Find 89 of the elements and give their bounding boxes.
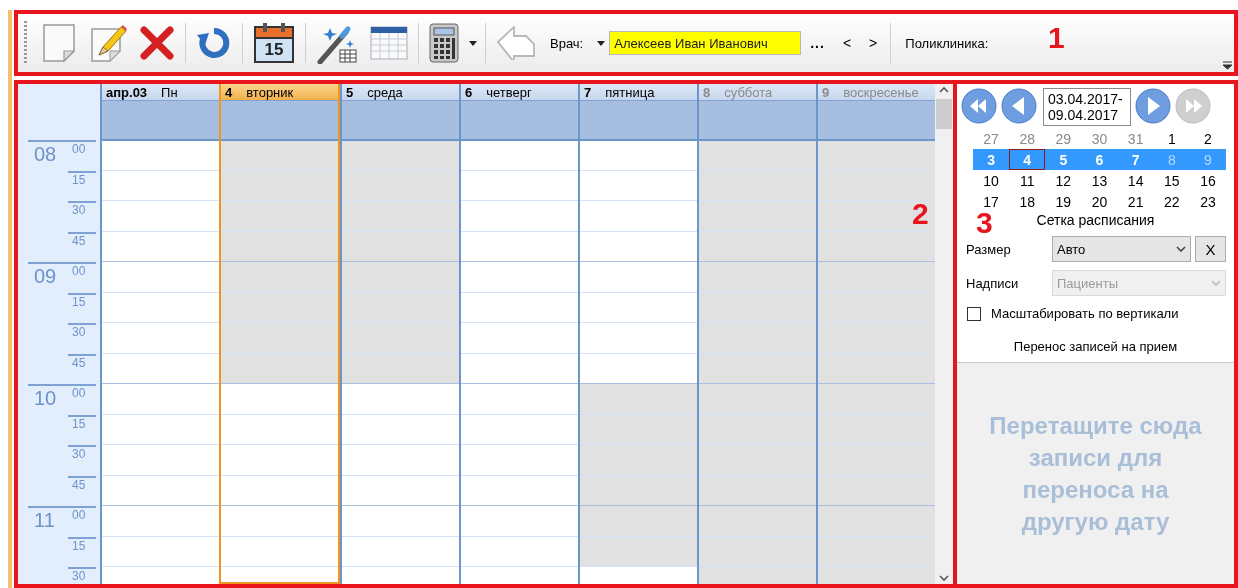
minute-label: 00 — [72, 386, 86, 400]
scroll-up-icon[interactable] — [939, 87, 949, 93]
day-header[interactable]: 6 четверг — [461, 84, 578, 101]
minute-label: 00 — [72, 508, 86, 522]
minute-label: 00 — [72, 142, 86, 156]
toolbar-grip[interactable] — [24, 21, 27, 65]
minute-label: 45 — [72, 478, 86, 492]
minute-label: 15 — [72, 539, 86, 553]
time-slot[interactable] — [221, 139, 338, 170]
date-range-field[interactable]: 03.04.2017-09.04.2017 — [1043, 88, 1131, 126]
day-header[interactable]: 4 вторник — [221, 84, 338, 101]
calendar-day[interactable]: 2 — [1189, 128, 1226, 149]
refresh-icon[interactable] — [196, 25, 232, 61]
annotation-number: 1 — [1048, 26, 1065, 50]
document-icon[interactable] — [41, 23, 77, 63]
caret-icon[interactable] — [1176, 246, 1186, 252]
day-header[interactable]: 7 пятница — [580, 84, 697, 101]
doctor-label: Врач: — [550, 35, 584, 51]
calendar-day[interactable]: 1 — [1153, 128, 1190, 149]
calendar-day[interactable]: 23 — [1189, 191, 1226, 212]
minute-label: 15 — [72, 295, 86, 309]
size-label: Размер — [966, 241, 1012, 257]
previous-button[interactable]: < — [836, 35, 858, 51]
previous-icon[interactable] — [1001, 88, 1037, 124]
calendar-day[interactable]: 28 — [1009, 128, 1046, 149]
calendar-day[interactable]: 14 — [1117, 170, 1154, 191]
annotation-number: 3 — [976, 211, 993, 235]
calendar-day[interactable]: 12 — [1045, 170, 1082, 191]
day-header[interactable]: апр.03 Пн — [102, 84, 219, 101]
scroll-down-icon[interactable] — [939, 575, 949, 581]
labels-label: Надписи — [966, 275, 1020, 291]
hour-label: 09 — [33, 264, 58, 289]
calendar-day[interactable]: 29 — [1045, 128, 1082, 149]
pencil-icon[interactable] — [89, 23, 127, 63]
calendar-day[interactable]: 22 — [1153, 191, 1190, 212]
time-slot[interactable] — [699, 139, 816, 170]
checkbox[interactable] — [967, 306, 981, 321]
rewind-icon[interactable] — [961, 88, 997, 124]
overflow-icon[interactable] — [1223, 61, 1232, 70]
calendar-day[interactable]: 16 — [1189, 170, 1226, 191]
scrollbar[interactable] — [935, 84, 953, 584]
calendar-day[interactable]: 19 — [1045, 191, 1082, 212]
checkbox-label: Масштабировать по вертикали — [991, 306, 1179, 321]
clear-button[interactable]: X — [1195, 236, 1226, 262]
table-icon[interactable] — [370, 25, 408, 61]
minute-label: 30 — [72, 325, 86, 339]
minute-label: 45 — [72, 234, 86, 248]
calendar-day[interactable]: 11 — [1009, 170, 1046, 191]
caret-icon[interactable] — [597, 40, 606, 46]
calendar-day[interactable]: 17 — [973, 191, 1010, 212]
clinic-label: Поликлиника: — [905, 35, 989, 51]
next-button[interactable]: > — [863, 35, 884, 51]
calendar-day[interactable]: 30 — [1081, 128, 1118, 149]
caret-icon[interactable] — [469, 40, 477, 46]
minute-label: 30 — [72, 203, 86, 217]
calendar-week-row[interactable]: 10 11 12 13 14 15 16 — [973, 170, 1226, 191]
calendar-day[interactable]: 31 — [1117, 128, 1154, 149]
minute-label: 30 — [72, 569, 86, 583]
calendar-day[interactable]: 20 — [1081, 191, 1118, 212]
hour-label: 11 — [33, 508, 56, 533]
calendar-day[interactable]: 18 — [1009, 191, 1046, 212]
scroll-thumb[interactable] — [936, 99, 952, 129]
delete-icon[interactable] — [139, 25, 175, 61]
hour-label: 10 — [33, 386, 58, 411]
more-button[interactable]: ... — [804, 35, 831, 51]
calculator-icon[interactable] — [429, 23, 459, 63]
minute-label: 45 — [72, 356, 86, 370]
calendar-day[interactable]: 10 — [973, 170, 1010, 191]
section-title: Сетка расписания — [1036, 212, 1155, 228]
day-header[interactable]: 5 среда — [342, 84, 459, 101]
hour-label: 08 — [33, 142, 58, 167]
time-slot[interactable] — [342, 139, 459, 170]
size-dropdown[interactable]: Авто — [1052, 236, 1191, 262]
calendar-day[interactable]: 21 — [1117, 191, 1154, 212]
minute-label: 15 — [72, 173, 86, 187]
annotation-number: 2 — [912, 202, 929, 226]
section-title: Перенос записей на прием — [1012, 339, 1179, 354]
calendar-week-row[interactable]: 17 18 19 20 21 22 23 — [973, 191, 1226, 212]
calendar-day[interactable]: 15 — [1153, 170, 1190, 191]
drop-hint: Перетащите сюда записи для переноса на другую дату — [988, 410, 1203, 537]
next-icon[interactable] — [1135, 88, 1171, 124]
time-slot[interactable] — [818, 139, 935, 170]
calendar-week-row[interactable]: 27 28 29 30 31 1 2 — [973, 128, 1226, 149]
calendar-day[interactable]: 13 — [1081, 170, 1118, 191]
minute-label: 15 — [72, 417, 86, 431]
minute-label: 00 — [72, 264, 86, 278]
minute-label: 30 — [72, 447, 86, 461]
all-day-row[interactable] — [818, 101, 935, 139]
doctor-field[interactable]: Алексеев Иван Иванович — [609, 31, 802, 55]
